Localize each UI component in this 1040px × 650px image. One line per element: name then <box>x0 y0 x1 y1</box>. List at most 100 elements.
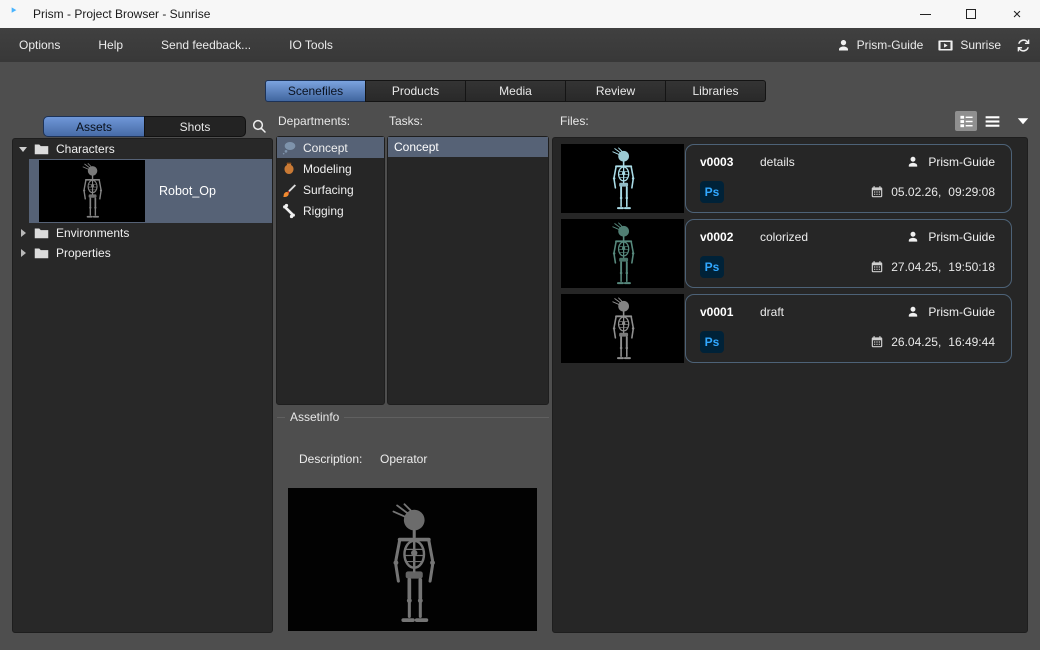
assetinfo-legend: Assetinfo <box>277 410 549 424</box>
search-icon[interactable] <box>251 118 267 134</box>
tab-scenefiles[interactable]: Scenefiles <box>265 80 366 102</box>
current-user-button[interactable]: Prism-Guide <box>836 38 924 53</box>
window-title: Prism - Project Browser - Sunrise <box>33 7 210 21</box>
caret-right-icon[interactable] <box>19 228 29 238</box>
file-thumbnail[interactable] <box>561 219 684 288</box>
close-icon: × <box>1013 7 1022 22</box>
detailed-list-icon <box>958 113 975 130</box>
files-list: v0003 details Prism-Guide Ps 05.02.26, 0… <box>552 137 1028 633</box>
calendar-icon <box>870 185 884 199</box>
tab-media[interactable]: Media <box>465 80 566 102</box>
comment-label: details <box>760 155 906 169</box>
tasks-header: Tasks: <box>389 114 423 128</box>
tree-item-environments[interactable]: Environments <box>13 223 272 243</box>
close-button[interactable]: × <box>994 0 1040 28</box>
time-value: 09:29:08 <box>948 185 995 199</box>
user-name: Prism-Guide <box>928 305 995 319</box>
date-value: 26.04.25, <box>891 335 941 349</box>
tree-item-label: Characters <box>56 142 115 156</box>
time-value: 16:49:44 <box>948 335 995 349</box>
robot-thumbnail-image <box>604 222 642 286</box>
department-item-concept[interactable]: Concept <box>277 137 384 158</box>
current-project-button[interactable]: Sunrise <box>937 37 1001 54</box>
chevron-down-icon[interactable] <box>1015 113 1031 129</box>
tree-item-label: Environments <box>56 226 129 240</box>
tab-products[interactable]: Products <box>365 80 466 102</box>
menu-help[interactable]: Help <box>79 28 142 62</box>
time-value: 19:50:18 <box>948 260 995 274</box>
current-project-name: Sunrise <box>960 38 1001 52</box>
file-date: 27.04.25, 19:50:18 <box>870 260 995 274</box>
file-info[interactable]: v0003 details Prism-Guide Ps 05.02.26, 0… <box>685 144 1012 213</box>
view-toggles <box>955 111 1031 131</box>
departments-list: Concept Modeling Surfacing Rigging <box>276 136 385 405</box>
project-browser-window: Prism - Project Browser - Sunrise × Opti… <box>0 0 1040 650</box>
prism-logo-icon <box>9 6 25 22</box>
calendar-icon <box>870 335 884 349</box>
menu-send-feedback[interactable]: Send feedback... <box>142 28 270 62</box>
department-item-modeling[interactable]: Modeling <box>277 158 384 179</box>
file-info[interactable]: v0001 draft Prism-Guide Ps 26.04.25, 16:… <box>685 294 1012 363</box>
divider <box>344 417 549 418</box>
simple-list-view-button[interactable] <box>981 111 1003 131</box>
minimize-button[interactable] <box>902 0 948 28</box>
department-label: Rigging <box>303 204 344 218</box>
file-thumbnail[interactable] <box>561 144 684 213</box>
menu-io-tools[interactable]: IO Tools <box>270 28 352 62</box>
bone-icon <box>281 203 297 219</box>
comment-label: draft <box>760 305 906 319</box>
tab-assets[interactable]: Assets <box>43 116 145 137</box>
file-card-v0001[interactable]: v0001 draft Prism-Guide Ps 26.04.25, 16:… <box>561 294 1012 363</box>
file-date: 26.04.25, 16:49:44 <box>870 335 995 349</box>
detailed-list-view-button[interactable] <box>955 111 977 131</box>
user-icon <box>906 230 920 244</box>
user-icon <box>906 305 920 319</box>
tab-shots[interactable]: Shots <box>144 116 246 137</box>
department-item-surfacing[interactable]: Surfacing <box>277 179 384 200</box>
file-card-v0002[interactable]: v0002 colorized Prism-Guide Ps 27.04.25,… <box>561 219 1012 288</box>
thought-bubble-icon <box>281 140 297 156</box>
description-value: Operator <box>380 452 427 466</box>
file-info-top-row: v0002 colorized Prism-Guide <box>700 230 995 244</box>
file-card-v0003[interactable]: v0003 details Prism-Guide Ps 05.02.26, 0… <box>561 144 1012 213</box>
entity-tabbar: Assets Shots <box>43 116 247 137</box>
task-item-concept[interactable]: Concept <box>388 137 548 157</box>
department-label: Concept <box>303 141 348 155</box>
user-icon <box>906 155 920 169</box>
assetinfo-group: Assetinfo Description: Operator <box>277 410 549 633</box>
menu-options[interactable]: Options <box>0 28 79 62</box>
file-info[interactable]: v0002 colorized Prism-Guide Ps 27.04.25,… <box>685 219 1012 288</box>
titlebar: Prism - Project Browser - Sunrise × <box>0 0 1040 28</box>
tab-libraries[interactable]: Libraries <box>665 80 766 102</box>
files-header: Files: <box>560 114 589 128</box>
robot-thumbnail-image <box>604 147 642 211</box>
task-label: Concept <box>394 140 439 154</box>
maximize-button[interactable] <box>948 0 994 28</box>
tab-review[interactable]: Review <box>565 80 666 102</box>
caret-right-icon[interactable] <box>19 248 29 258</box>
version-label: v0002 <box>700 230 760 244</box>
department-item-rigging[interactable]: Rigging <box>277 200 384 221</box>
tree-item-characters[interactable]: Characters <box>13 139 272 159</box>
file-info-top-row: v0001 draft Prism-Guide <box>700 305 995 319</box>
window-controls: × <box>902 0 1040 28</box>
folder-icon <box>34 227 49 239</box>
refresh-icon[interactable] <box>1015 37 1032 54</box>
calendar-icon <box>870 260 884 274</box>
file-thumbnail[interactable] <box>561 294 684 363</box>
robot-preview-image <box>376 503 450 625</box>
project-film-icon <box>937 37 954 54</box>
version-label: v0003 <box>700 155 760 169</box>
file-user: Prism-Guide <box>906 230 995 244</box>
caret-down-icon[interactable] <box>19 144 29 154</box>
file-date: 05.02.26, 09:29:08 <box>870 185 995 199</box>
minimize-icon <box>920 14 931 15</box>
maximize-icon <box>966 9 976 19</box>
file-info-bottom-row: Ps 26.04.25, 16:49:44 <box>700 331 995 353</box>
tree-item-properties[interactable]: Properties <box>13 243 272 263</box>
robot-thumbnail-image <box>75 163 109 219</box>
main-tabbar: Scenefiles Products Media Review Librari… <box>265 80 766 102</box>
tree-item-robot-op[interactable]: Robot_Op <box>29 159 272 223</box>
asset-name: Robot_Op <box>159 184 216 198</box>
asset-preview-image <box>288 488 537 631</box>
